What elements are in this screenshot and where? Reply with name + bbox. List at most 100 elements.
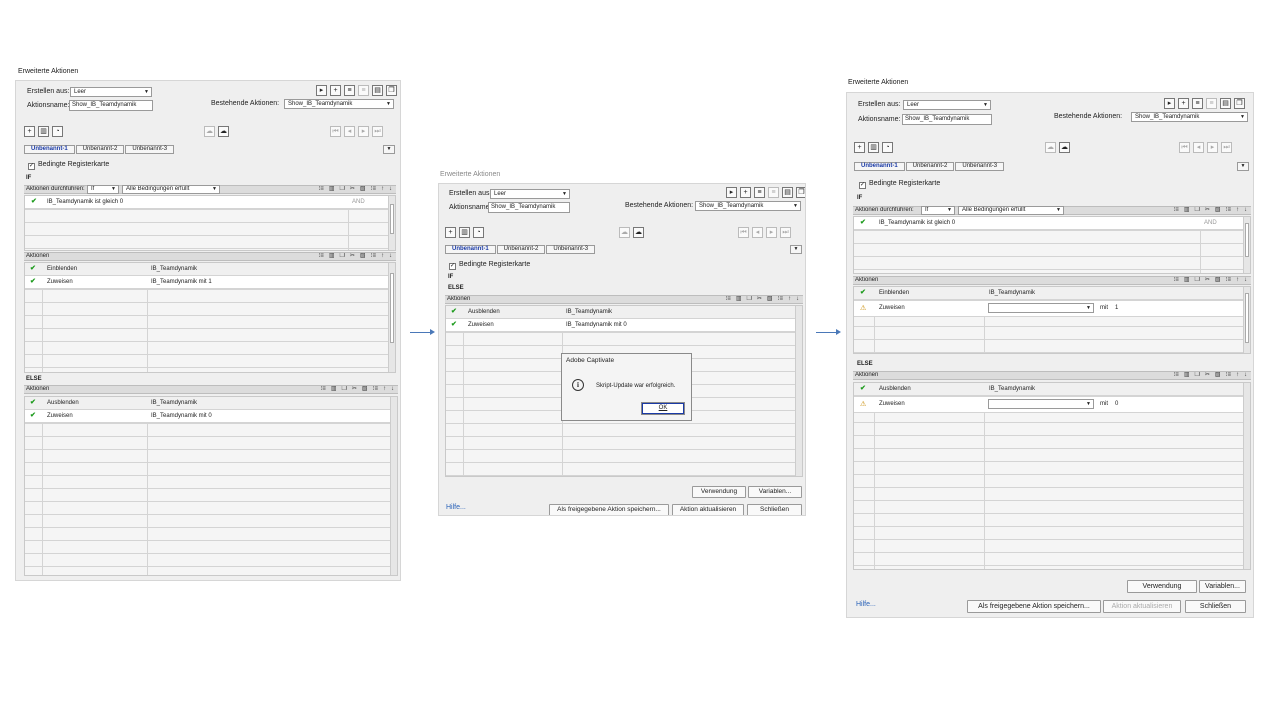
cut-icon[interactable]: ✂: [350, 186, 355, 193]
duplicate-icon[interactable]: ◔: [52, 126, 63, 137]
scrollbar[interactable]: [1243, 287, 1250, 353]
add-icon[interactable]: +: [24, 126, 35, 137]
tab-unbenannt-1[interactable]: Unbenannt-1: [24, 145, 75, 154]
delete-icon[interactable]: ▥: [329, 253, 335, 260]
schliessen-button[interactable]: Schließen: [1185, 600, 1246, 613]
last-icon[interactable]: ⏭: [780, 227, 791, 238]
scrollbar[interactable]: [1243, 383, 1250, 569]
insert-icon[interactable]: ⁝≡: [1226, 277, 1231, 284]
clipboard-icon[interactable]: ▤: [782, 187, 793, 198]
cut-icon[interactable]: ✂: [350, 253, 355, 260]
import-icon[interactable]: ≡: [1192, 98, 1203, 109]
up-icon[interactable]: ↑: [1236, 372, 1239, 379]
next-icon[interactable]: ▸: [766, 227, 777, 238]
add-icon[interactable]: +: [1178, 98, 1189, 109]
als-freigegeben-button[interactable]: Als freigegebene Aktion speichern...: [967, 600, 1101, 613]
down-icon[interactable]: ↓: [796, 296, 799, 303]
table-row[interactable]: ⚠ Zuweisen ▼ mit 1: [854, 301, 1250, 317]
hilfe-link[interactable]: Hilfe...: [856, 601, 876, 608]
list-icon[interactable]: ⁝≡: [725, 296, 730, 303]
table-row[interactable]: ⚠ Zuweisen ▼ mit 0: [854, 397, 1250, 413]
delete-icon[interactable]: ▥: [331, 386, 337, 393]
cut-icon[interactable]: ✂: [352, 386, 357, 393]
list-icon[interactable]: ⁝≡: [1173, 277, 1178, 284]
table-row[interactable]: ✔ Ausblenden IB_Teamdynamik: [446, 306, 802, 319]
copy-icon[interactable]: ❐: [339, 186, 344, 193]
copy-icon[interactable]: ❐: [1234, 98, 1245, 109]
insert-icon[interactable]: ⁝≡: [371, 186, 376, 193]
import-icon[interactable]: ≡: [344, 85, 355, 96]
first-icon[interactable]: ⏮: [330, 126, 341, 137]
prev-icon[interactable]: ◂: [344, 126, 355, 137]
add-icon[interactable]: +: [740, 187, 751, 198]
cloud-icon[interactable]: ☁: [204, 126, 215, 137]
add-icon[interactable]: +: [854, 142, 865, 153]
play-icon[interactable]: ▸: [1164, 98, 1175, 109]
bedingung-select[interactable]: Alle Bedingungen erfüllt ▼: [958, 206, 1064, 215]
bestehende-select[interactable]: Show_IB_Teamdynamik ▼: [284, 99, 394, 109]
aktionsname-input[interactable]: Show_IB_Teamdynamik: [488, 202, 570, 213]
aktualisieren-button[interactable]: Aktion aktualisieren: [672, 504, 744, 515]
prev-icon[interactable]: ◂: [1193, 142, 1204, 153]
paste-icon[interactable]: ▧: [767, 296, 773, 303]
last-icon[interactable]: ⏭: [372, 126, 383, 137]
durchfuehren-select[interactable]: If ▼: [921, 206, 955, 215]
variablen-button[interactable]: Variablen...: [748, 486, 802, 498]
add-icon[interactable]: +: [445, 227, 456, 238]
import-icon[interactable]: ≡: [754, 187, 765, 198]
copy-icon[interactable]: ❐: [1194, 277, 1199, 284]
cloud-upload-icon[interactable]: ☁: [1059, 142, 1070, 153]
paste-icon[interactable]: ▧: [360, 186, 366, 193]
copy-icon[interactable]: ❐: [339, 253, 344, 260]
duplicate-icon[interactable]: ◔: [882, 142, 893, 153]
first-icon[interactable]: ⏮: [738, 227, 749, 238]
hilfe-link[interactable]: Hilfe...: [446, 504, 466, 511]
tab-dropdown[interactable]: ▼: [383, 145, 395, 154]
verwendung-button[interactable]: Verwendung: [1127, 580, 1197, 593]
delete-icon[interactable]: ▥: [38, 126, 49, 137]
tab-unbenannt-2[interactable]: Unbenannt-2: [496, 245, 546, 254]
tab-unbenannt-3[interactable]: Unbenannt-3: [955, 162, 1005, 171]
down-icon[interactable]: ↓: [391, 386, 394, 393]
table-row[interactable]: ✔ Zuweisen IB_Teamdynamik mit 0: [446, 319, 802, 332]
list-icon[interactable]: ⁝≡: [1173, 372, 1178, 379]
cloud-upload-icon[interactable]: ☁: [218, 126, 229, 137]
cut-icon[interactable]: ✂: [1205, 277, 1210, 284]
up-icon[interactable]: ↑: [1236, 277, 1239, 284]
bestehende-select[interactable]: Show_IB_Teamdynamik ▼: [695, 201, 801, 211]
paste-icon[interactable]: ▧: [362, 386, 368, 393]
delete-icon[interactable]: ▥: [868, 142, 879, 153]
cloud-icon[interactable]: ☁: [619, 227, 630, 238]
play-icon[interactable]: ▸: [726, 187, 737, 198]
durchfuehren-select[interactable]: If ▼: [87, 185, 119, 194]
copy-icon[interactable]: ❐: [796, 187, 805, 198]
bedingte-checkbox[interactable]: ✓ Bedingte Registerkarte: [449, 261, 530, 270]
copy-icon[interactable]: ❐: [746, 296, 751, 303]
list-icon[interactable]: ⁝≡: [320, 386, 325, 393]
copy-icon[interactable]: ❐: [386, 85, 397, 96]
tab-unbenannt-2[interactable]: Unbenannt-2: [905, 162, 955, 171]
insert-icon[interactable]: ⁝≡: [1226, 207, 1231, 214]
duplicate-icon[interactable]: ◔: [473, 227, 484, 238]
tab-unbenannt-1[interactable]: Unbenannt-1: [854, 162, 905, 171]
down-icon[interactable]: ↓: [1244, 372, 1247, 379]
erstellen-select[interactable]: Leer ▼: [490, 189, 570, 199]
tab-unbenannt-3[interactable]: Unbenannt-3: [546, 245, 596, 254]
delete-icon[interactable]: ▥: [329, 186, 335, 193]
scrollbar[interactable]: [388, 196, 395, 250]
copy-icon[interactable]: ❐: [341, 386, 346, 393]
copy-icon[interactable]: ❐: [1194, 372, 1199, 379]
aktualisieren-button[interactable]: Aktion aktualisieren: [1103, 600, 1181, 613]
scrollbar[interactable]: [1243, 217, 1250, 273]
insert-icon[interactable]: ⁝≡: [1226, 372, 1231, 379]
up-icon[interactable]: ↑: [788, 296, 791, 303]
delete-icon[interactable]: ▥: [459, 227, 470, 238]
table-row[interactable]: ✔ IB_Teamdynamik ist gleich 0 AND: [854, 217, 1250, 230]
insert-icon[interactable]: ⁝≡: [778, 296, 783, 303]
down-icon[interactable]: ↓: [1244, 277, 1247, 284]
schliessen-button[interactable]: Schließen: [747, 504, 802, 515]
cloud-icon[interactable]: ☁: [1045, 142, 1056, 153]
cut-icon[interactable]: ✂: [1205, 372, 1210, 379]
first-icon[interactable]: ⏮: [1179, 142, 1190, 153]
next-icon[interactable]: ▸: [358, 126, 369, 137]
